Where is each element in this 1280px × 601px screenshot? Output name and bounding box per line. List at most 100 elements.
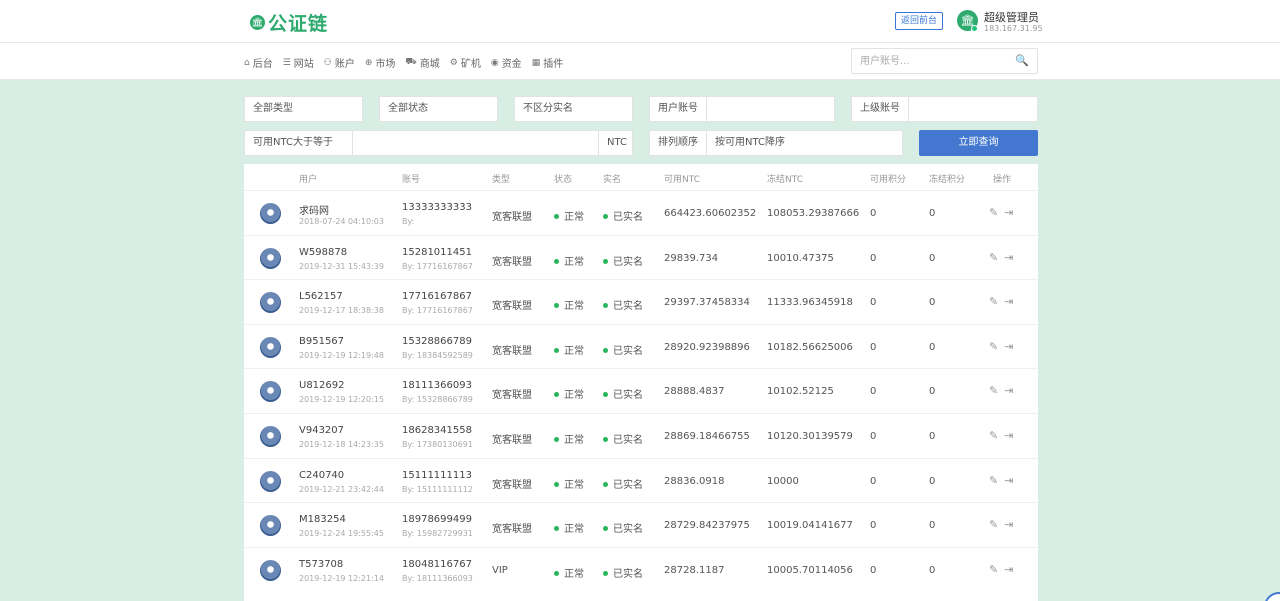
row-actions: ✎ ⇥	[989, 251, 1019, 264]
user-account-search-input[interactable]	[852, 49, 1012, 73]
frozen-ntc: 10019.04141677	[767, 520, 853, 532]
back-to-frontend-button[interactable]: 返回前台	[895, 12, 944, 30]
nav-item-3[interactable]: ⊕ 市场	[365, 55, 396, 71]
register-date: 2019-12-21 23:42:44	[299, 484, 384, 494]
status-dot	[554, 526, 559, 532]
login-as-user-icon[interactable]: ⇥	[1004, 429, 1013, 442]
login-as-user-icon[interactable]: ⇥	[1004, 251, 1013, 264]
nav-item-0[interactable]: ⌂ 后台	[244, 55, 273, 71]
status-badge: 正常	[554, 565, 584, 580]
search-icon[interactable]: 🔍	[1015, 54, 1029, 67]
edit-icon[interactable]: ✎	[989, 340, 998, 353]
ntc-gte-input[interactable]	[352, 130, 599, 156]
realname-badge: 已实名	[603, 297, 643, 312]
register-date: 2019-12-19 12:21:14	[299, 573, 384, 583]
edit-icon[interactable]: ✎	[989, 563, 998, 576]
account-number: 18978699499	[402, 514, 472, 526]
nav-item-label: 市场	[375, 59, 396, 70]
realname-select[interactable]: 不区分实名	[514, 96, 633, 122]
admin-name[interactable]: 超级管理员	[984, 9, 1039, 25]
edit-icon[interactable]: ✎	[989, 295, 998, 308]
nav-item-4[interactable]: ⛟ 商城	[405, 55, 439, 70]
floating-help-button[interactable]	[1264, 592, 1280, 601]
th-user: 用户	[299, 175, 318, 185]
login-as-user-icon[interactable]: ⇥	[1004, 295, 1013, 308]
account-number: 13333333333	[402, 202, 472, 213]
realname-dot	[603, 347, 608, 353]
frozen-points: 0	[929, 564, 936, 576]
nav-item-label: 插件	[543, 59, 564, 70]
edit-icon[interactable]: ✎	[989, 474, 998, 487]
account-number: 15281011451	[402, 246, 472, 258]
nav-item-2[interactable]: ⚇ 账户	[324, 55, 355, 71]
realname-text: 已实名	[613, 256, 643, 268]
logo-text: 公证链	[268, 13, 329, 35]
edit-icon[interactable]: ✎	[989, 251, 998, 264]
login-as-user-icon[interactable]: ⇥	[1004, 206, 1013, 219]
table-row: V943207 2019-12-18 14:23:35 18628341558 By:…	[244, 413, 1038, 458]
edit-icon[interactable]: ✎	[989, 518, 998, 531]
realname-badge: 已实名	[603, 208, 643, 223]
frozen-points: 0	[929, 386, 936, 398]
realname-badge: 已实名	[603, 342, 643, 357]
login-as-user-icon[interactable]: ⇥	[1004, 384, 1013, 397]
user-account-input[interactable]	[706, 96, 835, 122]
user-avatar	[260, 381, 281, 403]
frozen-ntc: 10102.52125	[767, 386, 834, 398]
status-dot	[554, 214, 559, 219]
online-status-dot	[971, 25, 978, 32]
user-name: C240740	[299, 469, 345, 481]
user-type: 宽客联盟	[492, 479, 532, 491]
login-as-user-icon[interactable]: ⇥	[1004, 474, 1013, 487]
nav-item-icon: ⛟	[405, 57, 417, 67]
table-row: B951567 2019-12-19 12:19:48 15328866789 By:…	[244, 323, 1038, 369]
nav-item-icon: ▦	[531, 57, 541, 68]
realname-badge: 已实名	[603, 520, 643, 535]
login-as-user-icon[interactable]: ⇥	[1004, 340, 1013, 353]
login-as-user-icon[interactable]: ⇥	[1004, 563, 1013, 576]
logo[interactable]: 🏛 公证链	[250, 9, 328, 36]
status-dot	[554, 481, 559, 487]
sort-order-select[interactable]: 按可用NTC降序	[706, 130, 903, 156]
nav-item-7[interactable]: ▦ 插件	[531, 55, 564, 71]
parent-account-label: 上级账号	[851, 96, 909, 122]
available-points: 0	[870, 297, 877, 309]
query-button[interactable]: 立即查询	[919, 130, 1038, 156]
row-actions: ✎ ⇥	[989, 563, 1019, 576]
frozen-ntc: 10120.30139579	[767, 431, 853, 442]
ntc-gte-label: 可用NTC大于等于	[244, 130, 353, 156]
nav-item-icon: ◉	[490, 57, 499, 68]
type-select[interactable]: 全部类型	[244, 96, 363, 122]
login-as-user-icon[interactable]: ⇥	[1004, 518, 1013, 531]
table-row: U812692 2019-12-19 12:20:15 18111366093 By:…	[244, 368, 1038, 413]
available-ntc: 28836.0918	[664, 475, 725, 487]
edit-icon[interactable]: ✎	[989, 429, 998, 442]
nav-list: ⌂ 后台 ☰ 网站 ⚇ 账户 ⊕ 市场 ⛟ 商城 ⚙ 矿机 ◉ 资金 ▦ 插件	[244, 55, 573, 70]
nav-item-6[interactable]: ◉ 资金	[490, 55, 522, 71]
frozen-points: 0	[929, 297, 936, 309]
register-date: 2019-12-31 15:43:39	[299, 261, 384, 271]
edit-icon[interactable]: ✎	[989, 384, 998, 397]
realname-text: 已实名	[613, 568, 643, 580]
edit-icon[interactable]: ✎	[989, 206, 998, 219]
frozen-points: 0	[929, 431, 936, 442]
realname-dot	[603, 570, 608, 576]
user-type: 宽客联盟	[492, 301, 532, 313]
realname-dot	[603, 392, 608, 398]
account-number: 18111366093	[402, 380, 472, 392]
available-points: 0	[870, 341, 877, 353]
realname-text: 已实名	[613, 345, 643, 357]
th-available-points: 可用积分	[870, 175, 907, 185]
nav-item-5[interactable]: ⚙ 矿机	[450, 55, 481, 71]
realname-text: 已实名	[613, 479, 643, 491]
status-badge: 正常	[554, 253, 584, 268]
register-date: 2019-12-17 18:38:38	[299, 306, 384, 316]
status-select[interactable]: 全部状态	[379, 96, 498, 122]
parent-account-input[interactable]	[908, 96, 1038, 122]
register-date: 2019-12-24 19:55:45	[299, 529, 384, 539]
th-actions: 操作	[993, 175, 1012, 185]
account-number: 18628341558	[402, 425, 472, 436]
admin-ip: 183.167.31.95	[984, 24, 1043, 33]
th-available-ntc: 可用NTC	[664, 175, 700, 185]
nav-item-1[interactable]: ☰ 网站	[283, 55, 314, 71]
